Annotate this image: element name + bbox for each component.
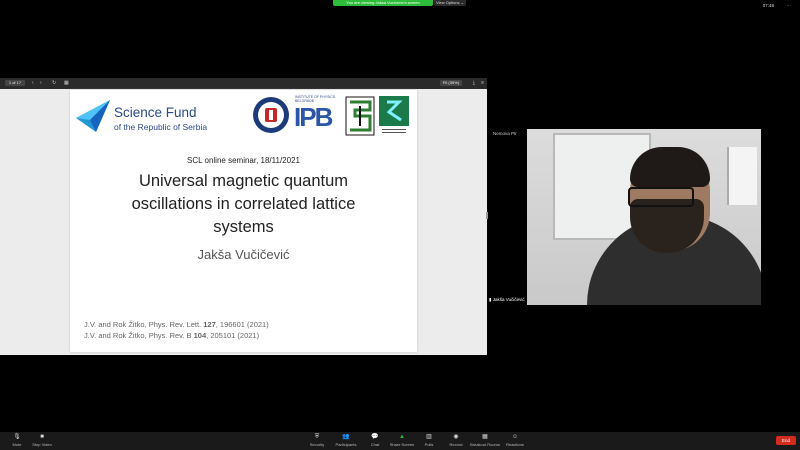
breakout-rooms-icon: ▦	[482, 434, 488, 440]
scientific-computing-lab-logo	[379, 96, 409, 136]
zoom-in-icon[interactable]: ›	[40, 80, 42, 86]
window-controls-icon[interactable]: ⋯	[787, 3, 793, 9]
science-fund-name: Science Fund	[114, 105, 197, 120]
end-meeting-button[interactable]: End	[776, 436, 796, 445]
download-icon[interactable]: ⤓	[473, 80, 475, 86]
participant-label: Nemova Ptr	[493, 131, 517, 136]
zoom-level-select[interactable]: Fit (35%)	[440, 80, 462, 86]
window-image	[727, 147, 757, 205]
pdf-scrollbar[interactable]	[486, 212, 488, 219]
reference-line: J.V. and Rok Žitko, Phys. Rev. Lett. 127…	[84, 320, 269, 329]
meeting-controls-bar: 🎙 Mute ■ Stop Video ⛨ Security 👥 Partici…	[0, 432, 800, 450]
slide-author: Jakša Vučičević	[197, 247, 290, 262]
zoom-out-icon[interactable]: ‹	[32, 80, 34, 86]
meeting-clock: 07:48	[762, 3, 774, 8]
seminar-line: SCL online seminar, 18/11/2021	[187, 156, 300, 165]
page-number-field[interactable]: 1 of 17	[5, 80, 25, 86]
view-options-button[interactable]: View Options ⌄	[434, 0, 466, 6]
ipb-logo: IPB	[294, 102, 333, 132]
participant-video-tile[interactable]	[527, 129, 761, 305]
slide-page: Science Fund of the Republic of Serbia I…	[70, 90, 417, 352]
university-seal-logo	[253, 97, 289, 133]
reference-line: J.V. and Rok Žitko, Phys. Rev. B 104, 20…	[84, 331, 260, 340]
grid-view-icon[interactable]: ▦	[64, 80, 69, 86]
reactions-button[interactable]: ☺ Reactions	[498, 434, 532, 447]
pdf-toolbar: 1 of 17 ‹ › ↻ ▦ Fit (35%) ⤓ ≡	[0, 78, 487, 89]
reactions-icon: ☺	[511, 434, 519, 440]
breakout-rooms-button[interactable]: ▦ Breakout Rooms	[468, 434, 502, 447]
video-camera-icon: ■	[40, 434, 44, 440]
more-options-icon[interactable]: ≡	[481, 80, 484, 86]
slide-title: Universal magnetic quantum oscillations …	[131, 172, 356, 236]
scl-logo	[345, 96, 375, 136]
science-fund-logo	[76, 100, 110, 132]
participant-name-tag: ▮ Jakša Vučičević	[489, 297, 525, 302]
person-glasses	[628, 187, 694, 207]
stop-video-button[interactable]: ■ Stop Video	[25, 434, 59, 447]
rotate-icon[interactable]: ↻	[52, 80, 56, 86]
science-fund-subtitle: of the Republic of Serbia	[114, 122, 208, 132]
screen-share-banner: You are viewing Jaksa Vucicevic's screen	[333, 0, 433, 6]
